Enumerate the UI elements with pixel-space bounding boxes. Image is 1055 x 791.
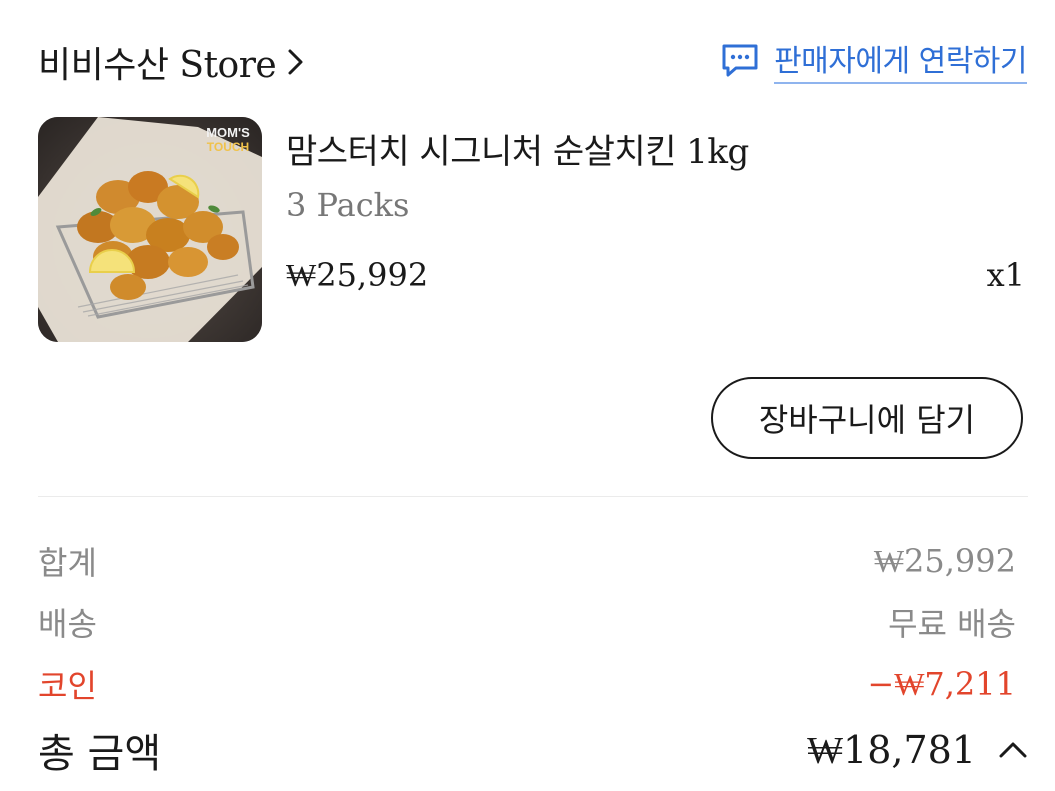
contact-seller-link[interactable]: 판매자에게 연락하기	[720, 36, 1027, 84]
product-name[interactable]: 맘스터치 시그니처 순살치킨 1kg	[286, 124, 749, 173]
contact-seller-label: 판매자에게 연락하기	[774, 36, 1027, 84]
subtotal-label: 합계	[38, 544, 97, 582]
product-image[interactable]: MOM'S TOUCH	[38, 117, 262, 342]
product-quantity: x1	[986, 256, 1025, 294]
store-link[interactable]: 비비수산 Store	[38, 36, 306, 88]
chevron-right-icon	[288, 49, 303, 75]
subtotal-value: ₩25,992	[873, 542, 1016, 580]
shipping-value: 무료 배송	[888, 605, 1016, 643]
fried-chicken-image: MOM'S TOUCH	[38, 117, 262, 342]
add-to-cart-button[interactable]: 장바구니에 담기	[711, 377, 1023, 459]
subtotal-row: 합계 ₩25,992	[38, 538, 1016, 584]
svg-text:MOM'S: MOM'S	[206, 125, 250, 140]
coin-value: −₩7,211	[867, 665, 1016, 703]
total-row[interactable]: 총 금액 ₩18,781	[38, 721, 1028, 779]
chat-bubble-icon	[722, 44, 758, 77]
divider	[38, 496, 1028, 497]
coin-row: 코인 −₩7,211	[38, 661, 1016, 707]
coin-label: 코인	[38, 667, 97, 705]
shipping-label: 배송	[38, 605, 97, 643]
product-option: 3 Packs	[286, 186, 410, 224]
total-value: ₩18,781	[807, 727, 976, 772]
chevron-up-icon[interactable]	[998, 740, 1028, 760]
product-price: ₩25,992	[286, 256, 429, 294]
shipping-row: 배송 무료 배송	[38, 599, 1016, 645]
svg-text:TOUCH: TOUCH	[207, 140, 249, 154]
store-name: 비비수산 Store	[38, 45, 277, 86]
total-label: 총 금액	[38, 731, 162, 777]
